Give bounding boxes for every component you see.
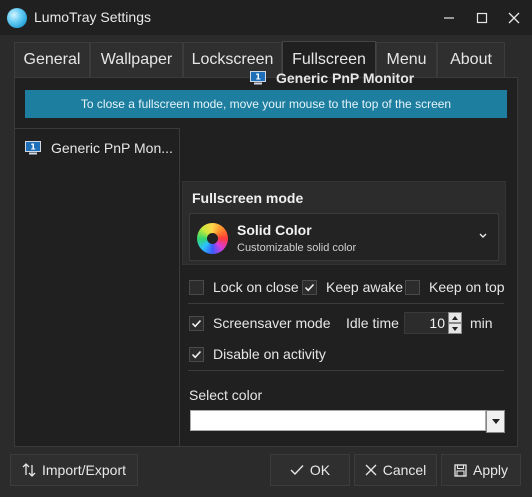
minimize-icon: [444, 16, 454, 19]
mode-name: Solid Color: [237, 222, 312, 238]
idle-time-label: Idle time: [346, 315, 399, 331]
apply-label: Apply: [472, 462, 509, 478]
close-icon: [365, 464, 377, 476]
idle-time-input[interactable]: 10: [404, 312, 450, 334]
fullscreen-mode-title: Fullscreen mode: [192, 190, 304, 206]
keep-awake-checkbox[interactable]: [302, 279, 317, 295]
lock-on-close-label: Lock on close: [213, 279, 299, 295]
idle-time-unit: min: [470, 315, 493, 331]
checkmark-icon: [191, 319, 202, 327]
chevron-down-icon: [452, 326, 458, 331]
keep-on-top-checkbox[interactable]: [405, 279, 420, 295]
keep-awake-label: Keep awake: [326, 279, 404, 295]
keep-awake-option[interactable]: Keep awake: [302, 279, 403, 295]
disable-on-activity-checkbox[interactable]: [189, 346, 204, 362]
window-title: LumoTray Settings: [34, 9, 151, 25]
monitor-list-item[interactable]: 1 Generic PnP Mon...: [15, 129, 179, 167]
tab-general[interactable]: General: [14, 42, 90, 77]
maximize-button[interactable]: [466, 0, 498, 35]
keep-on-top-label: Keep on top: [429, 279, 505, 295]
divider: [188, 303, 504, 304]
divider: [188, 370, 504, 371]
save-icon: [454, 463, 467, 477]
disable-on-activity-label: Disable on activity: [213, 346, 326, 362]
title-bar: LumoTray Settings: [0, 0, 532, 35]
screensaver-mode-label: Screensaver mode: [213, 315, 331, 331]
monitor-list: 1 Generic PnP Mon...: [15, 128, 180, 446]
import-export-label: Import/Export: [41, 462, 127, 478]
chevron-down-icon: [479, 233, 487, 238]
chevron-down-icon: [491, 419, 500, 424]
monitor-heading: 1 Generic PnP Monitor: [250, 70, 414, 86]
cancel-label: Cancel: [382, 462, 427, 478]
stepper-down-button[interactable]: [448, 323, 462, 334]
color-wheel-icon: [197, 223, 228, 254]
fullscreen-mode-select[interactable]: Solid Color Customizable solid color: [189, 213, 499, 261]
keep-on-top-option[interactable]: Keep on top: [405, 279, 505, 295]
ok-button[interactable]: OK: [270, 454, 350, 486]
info-banner: To close a fullscreen mode, move your mo…: [25, 90, 507, 118]
disable-on-activity-option[interactable]: Disable on activity: [189, 346, 326, 362]
monitor-icon: 1: [250, 71, 266, 85]
import-export-button[interactable]: Import/Export: [10, 454, 138, 486]
monitor-heading-label: Generic PnP Monitor: [276, 70, 415, 86]
lock-on-close-checkbox[interactable]: [189, 279, 204, 295]
ok-label: OK: [309, 462, 331, 478]
checkmark-icon: [304, 283, 315, 291]
fullscreen-mode-card: Fullscreen mode Solid Color Customizable…: [182, 181, 506, 265]
screensaver-mode-checkbox[interactable]: [189, 315, 204, 331]
cancel-button[interactable]: Cancel: [354, 454, 437, 486]
minimize-button[interactable]: [433, 0, 465, 35]
monitor-list-item-label: Generic PnP Mon...: [51, 140, 173, 156]
close-icon: [508, 12, 520, 23]
checkmark-icon: [191, 350, 202, 358]
svg-text:1: 1: [255, 73, 261, 82]
monitor-icon: 1: [25, 141, 41, 155]
color-swatch-field[interactable]: [190, 410, 486, 431]
screensaver-mode-option[interactable]: Screensaver mode: [189, 315, 331, 331]
svg-text:1: 1: [30, 143, 36, 152]
tab-wallpaper[interactable]: Wallpaper: [90, 42, 183, 77]
checkmark-icon: [290, 465, 304, 476]
mode-description: Customizable solid color: [237, 242, 357, 254]
maximize-icon: [476, 12, 488, 23]
import-export-icon: [22, 463, 36, 477]
apply-button[interactable]: Apply: [441, 454, 521, 486]
stepper-up-button[interactable]: [448, 312, 462, 323]
tab-about[interactable]: About: [437, 42, 505, 77]
color-dropdown-button[interactable]: [486, 410, 505, 433]
select-color-label: Select color: [189, 387, 263, 403]
close-button[interactable]: [498, 0, 530, 35]
lock-on-close-option[interactable]: Lock on close: [189, 279, 299, 295]
idle-time-stepper[interactable]: [448, 312, 462, 334]
app-logo-icon: [7, 8, 27, 28]
chevron-up-icon: [452, 315, 458, 320]
